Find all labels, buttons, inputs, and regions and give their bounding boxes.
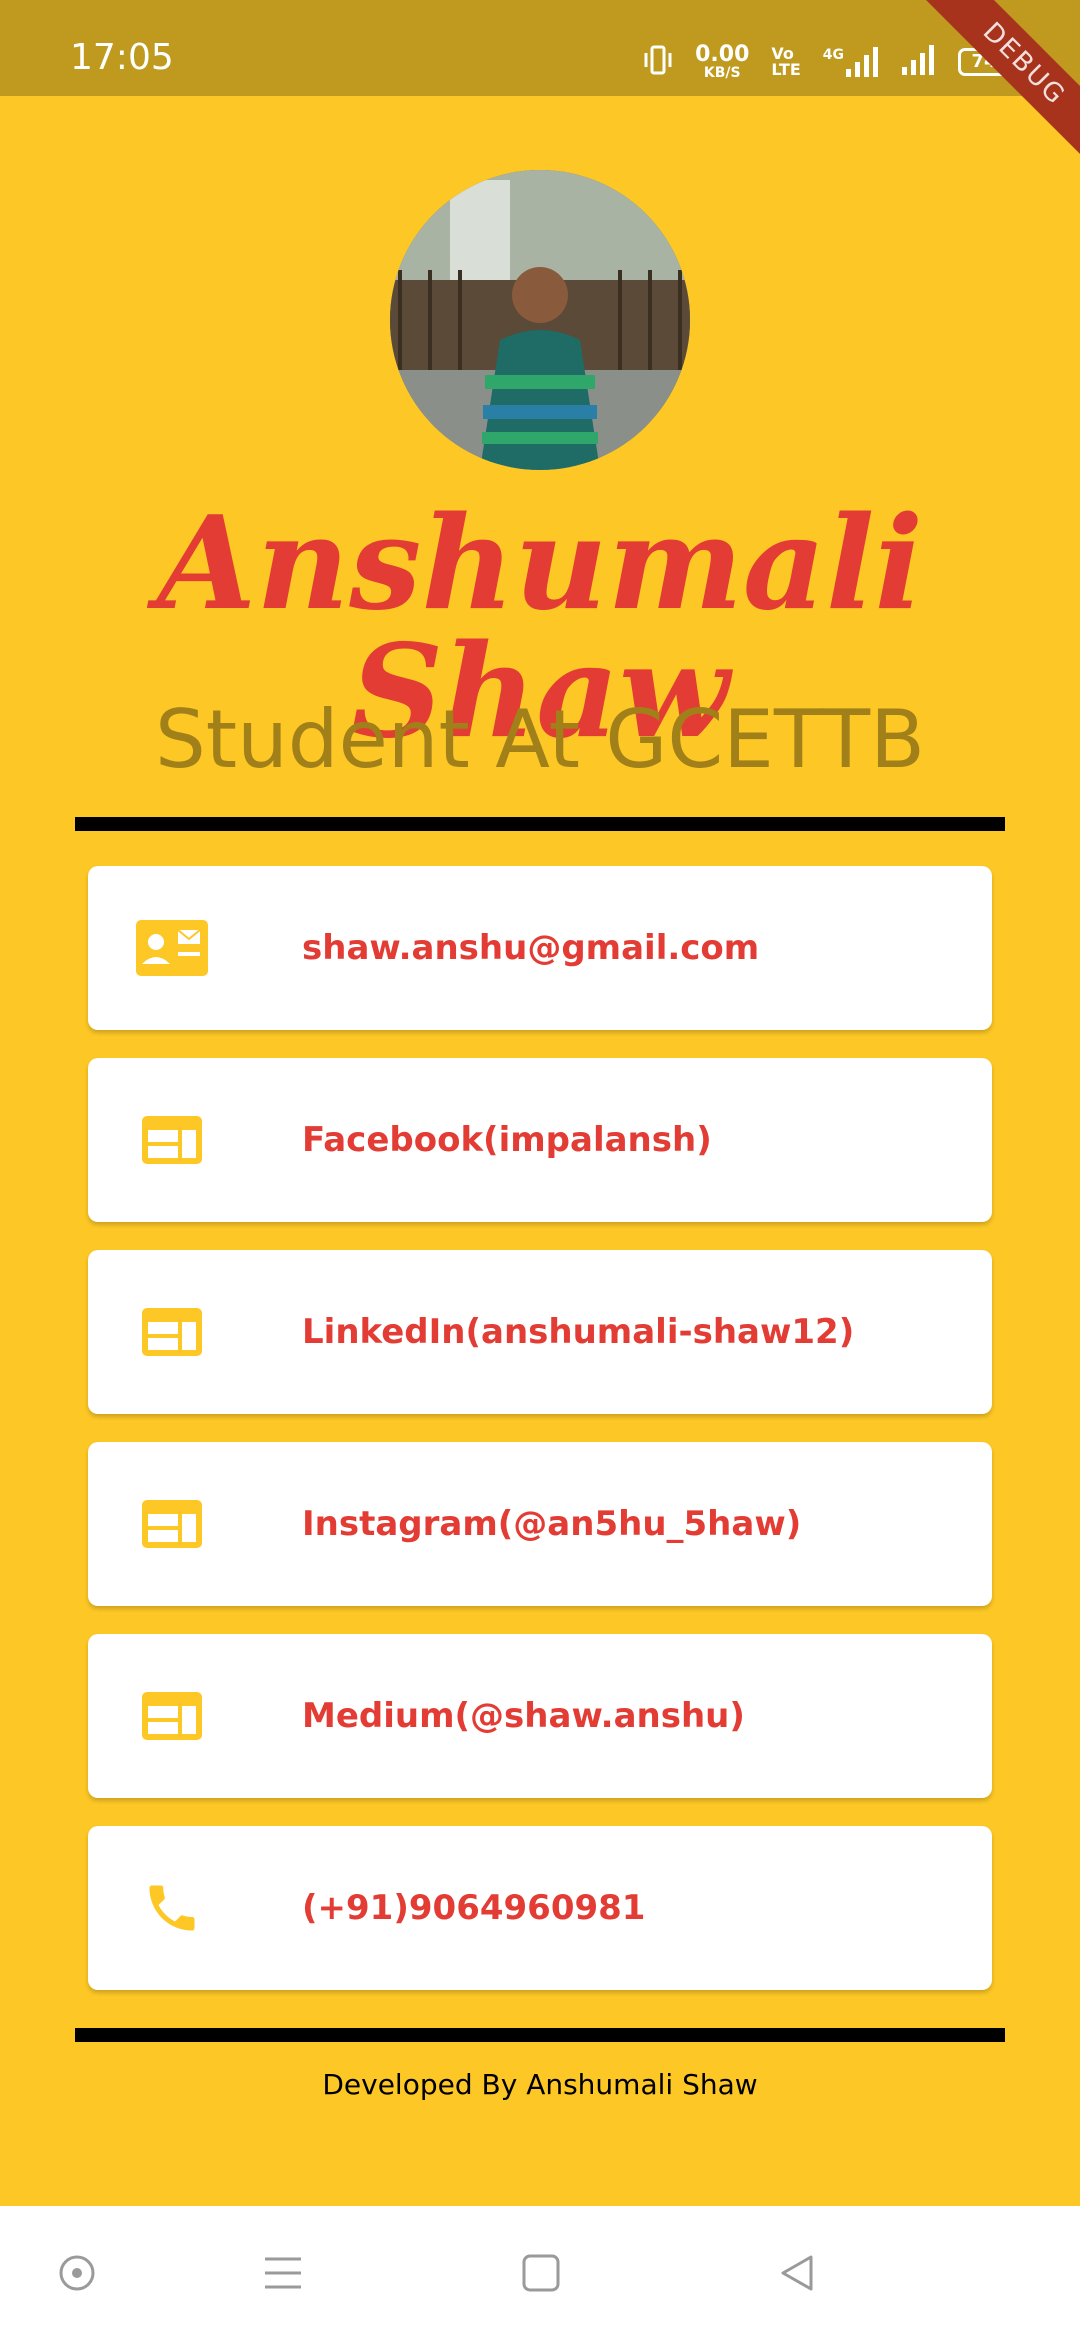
menu-button[interactable] [260, 2250, 306, 2296]
web-icon [134, 1494, 210, 1554]
contact-card-email[interactable]: shaw.anshu@gmail.com [88, 866, 992, 1030]
contact-card-medium[interactable]: Medium(@shaw.anshu) [88, 1634, 992, 1798]
phone-icon [134, 1878, 210, 1938]
web-icon [134, 1302, 210, 1362]
profile-subtitle: Student At GCETTB [154, 693, 926, 786]
back-button[interactable] [774, 2250, 820, 2296]
contact-label: LinkedIn(anshumali-shaw12) [302, 1312, 855, 1352]
avatar [390, 170, 690, 470]
signal-icon [902, 44, 936, 80]
contact-card-instagram[interactable]: Instagram(@an5hu_5haw) [88, 1442, 992, 1606]
contact-label: (+91)9064960981 [302, 1888, 646, 1928]
bottom-divider [75, 2028, 1005, 2042]
contact-card-linkedin[interactable]: LinkedIn(anshumali-shaw12) [88, 1250, 992, 1414]
assistant-button[interactable] [54, 2250, 100, 2296]
system-nav-bar [0, 2206, 1080, 2340]
status-bar: 17:05 0.00 KB/S Vo LTE 4G 74 [0, 0, 1080, 96]
signal-4g-icon: 4G [823, 47, 880, 77]
contact-label: Facebook(impalansh) [302, 1120, 712, 1160]
footer-credit: Developed By Anshumali Shaw [322, 2068, 758, 2101]
contact-label: Medium(@shaw.anshu) [302, 1696, 745, 1736]
contact-label: Instagram(@an5hu_5haw) [302, 1504, 802, 1544]
contact-card-phone[interactable]: (+91)9064960981 [88, 1826, 992, 1990]
contact-mail-icon [134, 918, 210, 978]
web-icon [134, 1110, 210, 1170]
network-speed: 0.00 KB/S [695, 42, 750, 81]
top-divider [75, 817, 1005, 831]
status-time: 17:05 [70, 37, 174, 78]
vibrate-icon [643, 43, 673, 82]
volte-indicator: Vo LTE [771, 44, 801, 79]
status-icons: 0.00 KB/S Vo LTE 4G 74 [643, 44, 1010, 80]
home-button[interactable] [518, 2250, 564, 2296]
contact-card-facebook[interactable]: Facebook(impalansh) [88, 1058, 992, 1222]
contact-label: shaw.anshu@gmail.com [302, 928, 760, 968]
web-icon [134, 1686, 210, 1746]
